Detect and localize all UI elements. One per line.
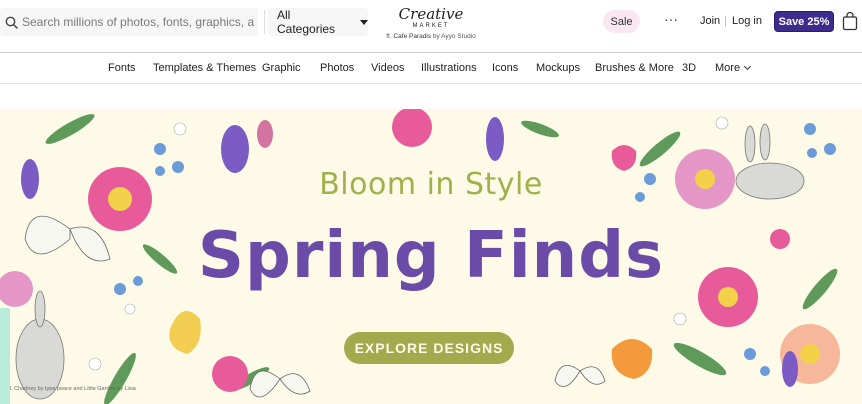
logo-credit-suffix: by Ayyo Studio (432, 33, 476, 40)
site-header: All Categories Creative MARKET ft. Cafe … (0, 0, 862, 52)
more-options-icon[interactable]: ··· (664, 12, 678, 28)
hero-credit: ft. Charlney by type peace and Little Ga… (8, 386, 136, 392)
nav-divider (0, 83, 862, 84)
nav-item-more[interactable]: More (715, 62, 752, 74)
nav-item-templates-themes[interactable]: Templates & Themes (153, 62, 256, 74)
sale-button[interactable]: Sale (603, 10, 640, 33)
search-input[interactable] (22, 15, 254, 29)
logo-font-credit: ft. Cafe Paradis by Ayyo Studio (380, 33, 482, 40)
logo-credit-prefix: ft. (386, 33, 392, 40)
search-icon[interactable] (0, 11, 22, 33)
logo-credit-font: Cafe Paradis (393, 33, 432, 40)
auth-separator: | (724, 15, 727, 27)
logo-market-text: MARKET (412, 23, 450, 29)
nav-item-fonts[interactable]: Fonts (108, 62, 136, 74)
hero-headline: Spring Finds (197, 219, 665, 293)
category-select-label: All Categories (277, 8, 336, 36)
nav-more-label: More (715, 62, 741, 74)
save-discount-button[interactable]: Save 25% (774, 11, 834, 32)
shopping-bag-icon[interactable] (842, 11, 858, 31)
search-bar[interactable] (0, 8, 258, 36)
nav-item-videos[interactable]: Videos (371, 62, 404, 74)
join-link[interactable]: Join (700, 15, 720, 27)
side-tab[interactable] (0, 308, 10, 404)
search-divider (264, 10, 265, 34)
nav-item-icons[interactable]: Icons (492, 62, 518, 74)
hero-eyebrow: Bloom in Style (319, 167, 543, 202)
nav-item-3d[interactable]: 3D (682, 62, 696, 74)
nav-item-mockups[interactable]: Mockups (536, 62, 580, 74)
category-select[interactable]: All Categories (268, 8, 368, 36)
chevron-down-icon (744, 62, 752, 71)
caret-down-icon (360, 19, 368, 25)
hero-banner[interactable]: Bloom in Style Spring Finds EXPLORE DESI… (0, 109, 862, 404)
nav-item-brushes-more[interactable]: Brushes & More (595, 62, 674, 74)
nav-item-illustrations[interactable]: Illustrations (421, 62, 477, 74)
login-link[interactable]: Log in (732, 15, 762, 27)
nav-item-graphic[interactable]: Graphic (262, 62, 301, 74)
logo-wordmark: Creative (398, 5, 464, 23)
nav-item-photos[interactable]: Photos (320, 62, 354, 74)
creative-market-logo[interactable]: Creative MARKET ft. Cafe Paradis by Ayyo… (380, 4, 482, 44)
category-nav: Fonts Templates & Themes Graphic Photos … (0, 53, 862, 83)
explore-designs-button[interactable]: EXPLORE DESIGNS (344, 332, 514, 364)
